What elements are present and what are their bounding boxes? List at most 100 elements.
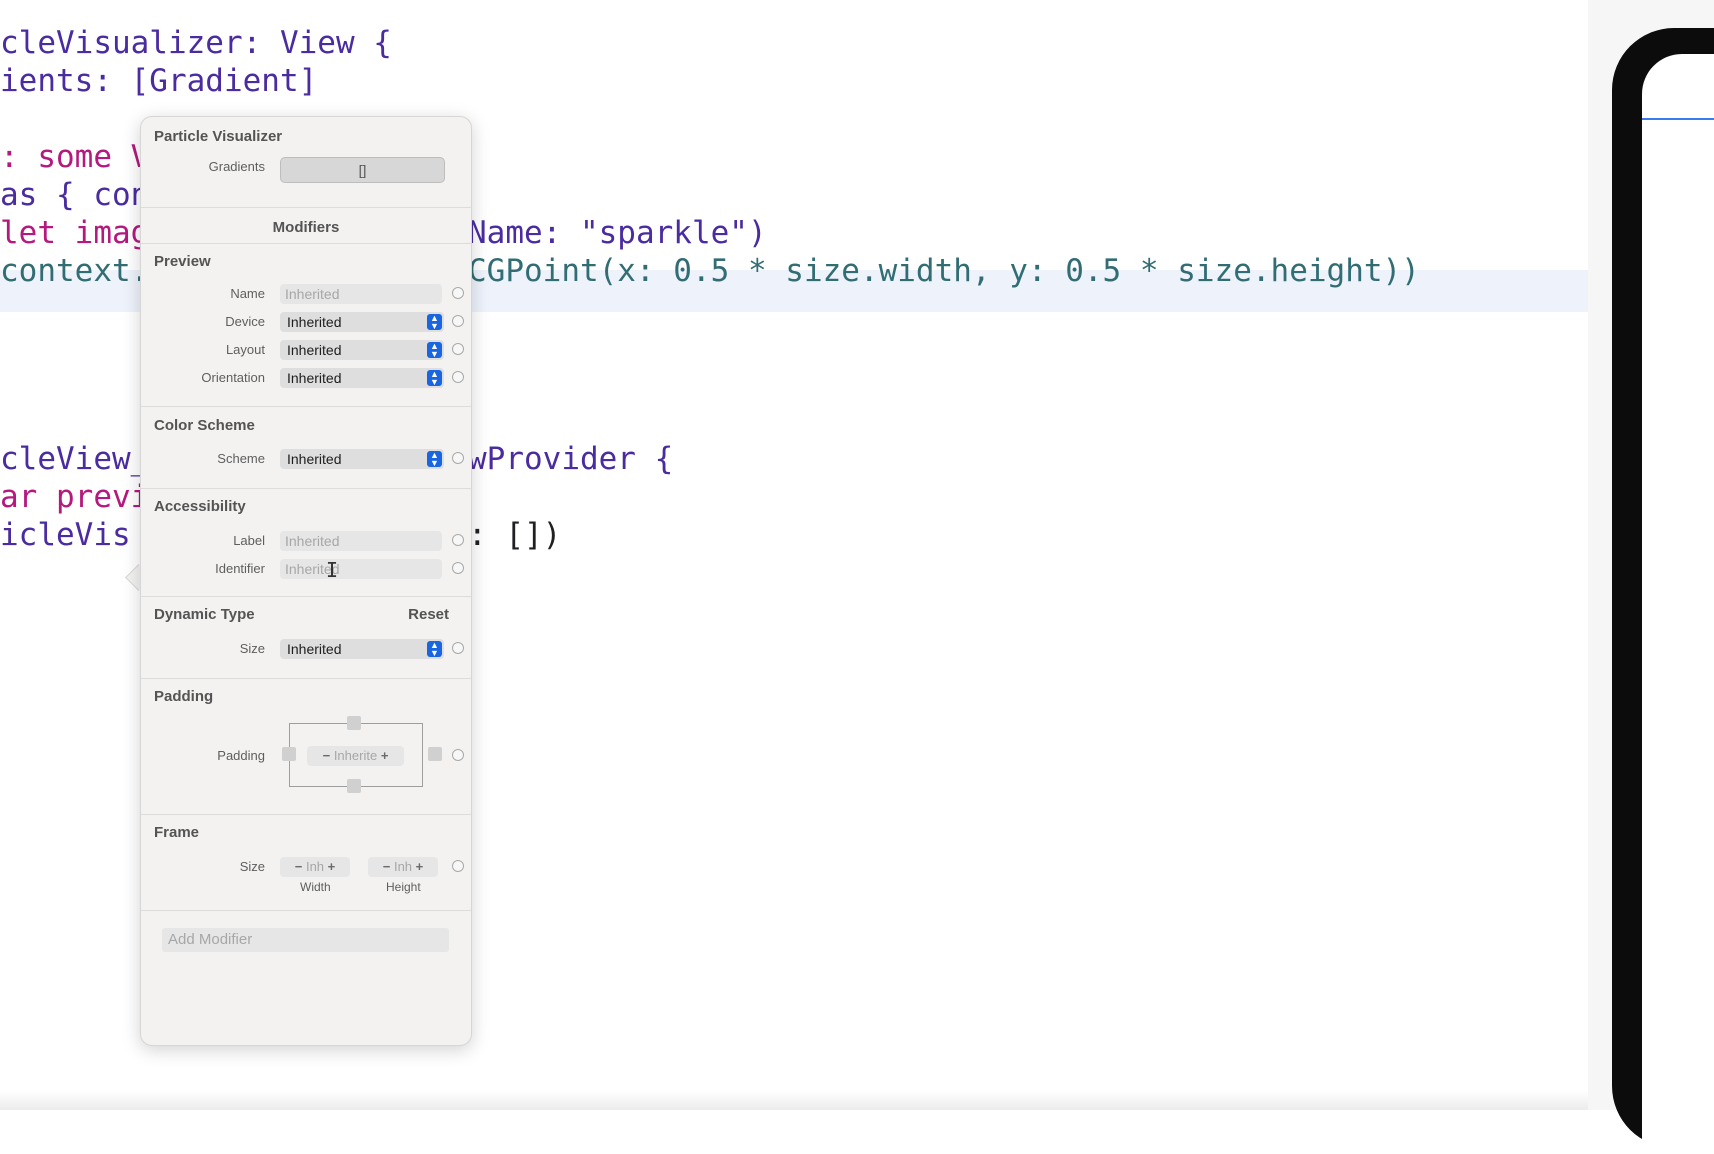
- row-frame-size: Size − Inh + − Inh +: [141, 857, 471, 879]
- color-scheme-title: Color Scheme: [154, 417, 255, 434]
- code-line-7[interactable]: cleView_: [0, 438, 149, 480]
- attributes-inspector-popover: Particle Visualizer Gradients [] Modifie…: [140, 116, 472, 1046]
- row-scheme: Scheme Inherited ▲ ▼: [141, 449, 471, 471]
- device-selection-line: [1642, 118, 1714, 120]
- reset-button[interactable]: Reset: [408, 606, 449, 623]
- padding-bottom-handle[interactable]: [347, 779, 361, 793]
- layout-popup[interactable]: Inherited ▲ ▼: [280, 340, 444, 360]
- row-accessibility-label: Label Inherited: [141, 531, 471, 553]
- padding-label: Padding: [217, 748, 265, 763]
- padding-title: Padding: [154, 688, 214, 705]
- orientation-popup[interactable]: Inherited ▲ ▼: [280, 368, 444, 388]
- section-frame: Frame Size − Inh + − Inh + Width Height: [141, 814, 471, 911]
- width-caption: Width: [300, 880, 331, 894]
- code-line-6[interactable]: context.: [0, 250, 149, 292]
- chevron-up-down-icon: ▲ ▼: [427, 641, 442, 658]
- chevron-up-down-icon: ▲ ▼: [427, 370, 442, 387]
- minus-icon[interactable]: −: [383, 859, 391, 874]
- plus-icon[interactable]: +: [381, 748, 389, 763]
- code-line-5[interactable]: let imag: [0, 212, 149, 254]
- label-label: Label: [233, 533, 265, 548]
- section-particle-visualizer: Particle Visualizer Gradients []: [141, 117, 471, 207]
- code-fragment-empty[interactable]: : []): [468, 514, 561, 556]
- accessibility-identifier-field[interactable]: Inherited: [280, 559, 442, 579]
- accessibility-title: Accessibility: [154, 498, 246, 515]
- device-value: Inherited: [287, 314, 342, 330]
- section-color-scheme: Color Scheme Scheme Inherited ▲ ▼: [141, 406, 471, 489]
- code-line-3[interactable]: : some V: [0, 136, 149, 178]
- code-line-2[interactable]: ients: [Gradient]: [0, 60, 317, 102]
- plus-icon[interactable]: +: [416, 859, 424, 874]
- frame-title: Frame: [154, 824, 200, 841]
- scheme-popup[interactable]: Inherited ▲ ▼: [280, 449, 444, 469]
- label-toggle-circle[interactable]: [452, 534, 464, 546]
- frame-width-stepper[interactable]: − Inh +: [280, 857, 350, 877]
- row-preview-name: Name Inherited: [141, 284, 471, 306]
- row-orientation: Orientation Inherited ▲ ▼: [141, 368, 471, 390]
- dynamic-size-toggle-circle[interactable]: [452, 642, 464, 654]
- dynamic-size-popup[interactable]: Inherited ▲ ▼: [280, 639, 444, 659]
- add-modifier-field[interactable]: Add Modifier: [162, 928, 449, 952]
- row-dynamic-size: Size Inherited ▲ ▼: [141, 639, 471, 661]
- modifiers-header: Modifiers: [141, 207, 471, 244]
- device-popup[interactable]: Inherited ▲ ▼: [280, 312, 444, 332]
- row-gradients: Gradients []: [141, 157, 471, 183]
- preview-title: Preview: [154, 253, 211, 270]
- orientation-label: Orientation: [201, 370, 265, 385]
- padding-stepper[interactable]: − Inherite +: [307, 746, 404, 766]
- frame-width-value: Inh: [305, 859, 325, 874]
- padding-top-handle[interactable]: [347, 716, 361, 730]
- row-layout: Layout Inherited ▲ ▼: [141, 340, 471, 362]
- name-toggle-circle[interactable]: [452, 287, 464, 299]
- frame-size-label: Size: [239, 859, 265, 874]
- preview-name-field[interactable]: Inherited: [280, 284, 442, 304]
- orientation-toggle-circle[interactable]: [452, 371, 464, 383]
- accessibility-label-field[interactable]: Inherited: [280, 531, 442, 551]
- scheme-toggle-circle[interactable]: [452, 452, 464, 464]
- dynamic-type-title: Dynamic Type: [154, 606, 255, 623]
- frame-height-stepper[interactable]: − Inh +: [368, 857, 438, 877]
- modifiers-title: Modifiers: [272, 219, 340, 236]
- frame-toggle-circle[interactable]: [452, 860, 464, 872]
- layout-label: Layout: [225, 342, 265, 357]
- device-toggle-circle[interactable]: [452, 315, 464, 327]
- code-fragment-name[interactable]: Name: "sparkle"): [468, 212, 767, 254]
- section-add-modifier: Add Modifier: [141, 910, 471, 981]
- row-accessibility-identifier: Identifier Inherited: [141, 559, 471, 581]
- code-line-8[interactable]: ar previ: [0, 476, 149, 518]
- section-accessibility: Accessibility Label Inherited Identifier…: [141, 488, 471, 597]
- chevron-up-down-icon: ▲ ▼: [427, 451, 442, 468]
- chevron-up-down-icon: ▲ ▼: [427, 314, 442, 331]
- minus-icon[interactable]: −: [323, 748, 331, 763]
- plus-icon[interactable]: +: [328, 859, 336, 874]
- section-padding: Padding Padding − Inherite +: [141, 678, 471, 815]
- identifier-label: Identifier: [215, 561, 265, 576]
- section-title: Particle Visualizer: [154, 128, 283, 145]
- minus-icon[interactable]: −: [295, 859, 303, 874]
- layout-value: Inherited: [287, 342, 342, 358]
- layout-toggle-circle[interactable]: [452, 343, 464, 355]
- dynamic-size-value: Inherited: [287, 641, 342, 657]
- code-line-1[interactable]: cleVisualizer: View {: [0, 22, 392, 64]
- section-preview: Preview Name Inherited Device Inherited ▲…: [141, 243, 471, 407]
- device-label: Device: [225, 314, 265, 329]
- gradients-label: Gradients: [208, 159, 265, 174]
- code-fragment-point[interactable]: CGPoint(x: 0.5 * size.width, y: 0.5 * si…: [468, 250, 1420, 292]
- text-cursor-icon: I: [326, 558, 339, 582]
- frame-height-value: Inh: [393, 859, 413, 874]
- scheme-label: Scheme: [217, 451, 265, 466]
- height-caption: Height: [386, 880, 421, 894]
- editor-bottom-edge: [0, 1090, 1588, 1110]
- code-line-9[interactable]: icleVis: [0, 514, 131, 556]
- row-device: Device Inherited ▲ ▼: [141, 312, 471, 334]
- device-screen[interactable]: [1642, 54, 1714, 1154]
- row-padding: Padding − Inherite +: [141, 746, 471, 768]
- code-fragment-provider[interactable]: wProvider {: [468, 438, 673, 480]
- gradients-field[interactable]: []: [280, 157, 445, 183]
- code-line-4[interactable]: as { con: [0, 174, 149, 216]
- section-dynamic-type: Dynamic Type Reset Size Inherited ▲ ▼: [141, 596, 471, 679]
- chevron-up-down-icon: ▲ ▼: [427, 342, 442, 359]
- identifier-toggle-circle[interactable]: [452, 562, 464, 574]
- size-label: Size: [239, 641, 265, 656]
- padding-toggle-circle[interactable]: [452, 749, 464, 761]
